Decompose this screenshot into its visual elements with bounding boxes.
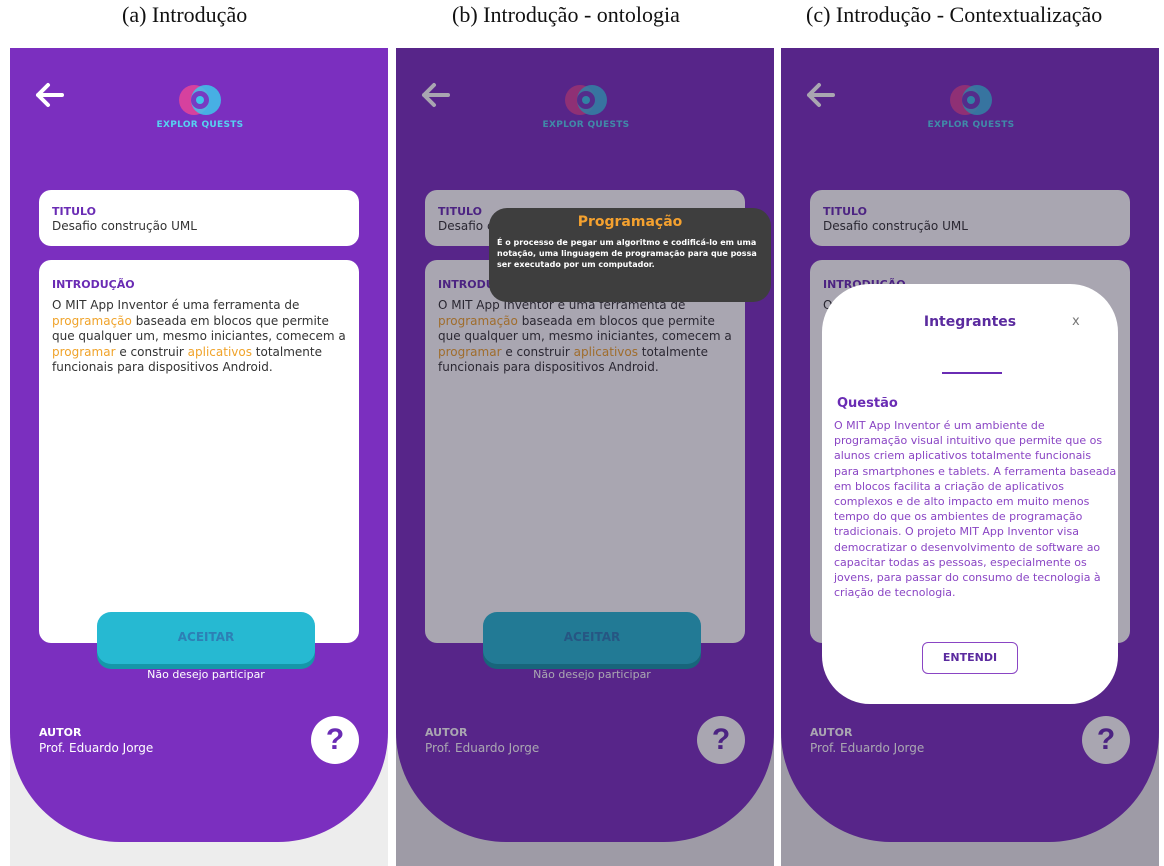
accept-button[interactable]: ACEITAR — [97, 612, 315, 664]
author-label: AUTOR — [39, 726, 82, 739]
modal-divider — [942, 372, 1002, 374]
decline-link[interactable]: Não desejo participar — [97, 668, 315, 681]
intro-segment: O MIT App Inventor é uma ferramenta de — [52, 298, 300, 312]
intro-label: INTRODUÇÃO — [52, 278, 135, 291]
ontology-tooltip: Programação É o processo de pegar um algo… — [489, 208, 771, 302]
back-arrow-icon[interactable] — [32, 78, 66, 112]
intro-text: O MIT App Inventor é uma ferramenta de p… — [52, 298, 352, 376]
intro-keyword[interactable]: aplicativos — [188, 345, 252, 359]
intro-keyword[interactable]: programação — [52, 314, 132, 328]
intro-keyword[interactable]: programar — [52, 345, 116, 359]
caption-b: (b) Introdução - ontologia — [452, 2, 680, 27]
logo-text: EXPLOR QUESTS — [156, 120, 244, 130]
author-name: Prof. Eduardo Jorge — [39, 741, 154, 755]
title-label: TITULO — [52, 205, 96, 218]
question-text: O MIT App Inventor é um ambiente de prog… — [834, 419, 1117, 600]
help-icon[interactable]: ? — [311, 716, 359, 764]
understood-button[interactable]: ENTENDI — [922, 642, 1018, 674]
tooltip-title: Programação — [577, 214, 683, 230]
title-value: Desafio construção UML — [52, 219, 197, 233]
screen-introducao: EXPLOR QUESTS TITULO Desafio construção … — [10, 48, 388, 866]
context-modal: Integrantes x Questão O MIT App Inventor é … — [822, 284, 1118, 704]
caption-c: (c) Introdução - Contextualização — [806, 2, 1103, 27]
question-label: Questão — [837, 396, 898, 411]
screen-ontologia: EXPLOR QUESTS TITULO Desafio construção … — [396, 48, 774, 866]
dim-overlay[interactable] — [396, 48, 774, 866]
tooltip-body: É o processo de pegar um algoritmo e cod… — [497, 238, 757, 269]
intro-segment: e construir — [115, 344, 188, 359]
caption-a: (a) Introdução — [122, 2, 248, 27]
close-icon[interactable]: x — [1072, 314, 1080, 329]
title-card: TITULO Desafio construção UML — [39, 190, 359, 246]
screen-contextualizacao: EXPLOR QUESTS TITULO Desafio construção … — [781, 48, 1159, 866]
intro-card: INTRODUÇÃO O MIT App Inventor é uma ferr… — [39, 260, 359, 643]
